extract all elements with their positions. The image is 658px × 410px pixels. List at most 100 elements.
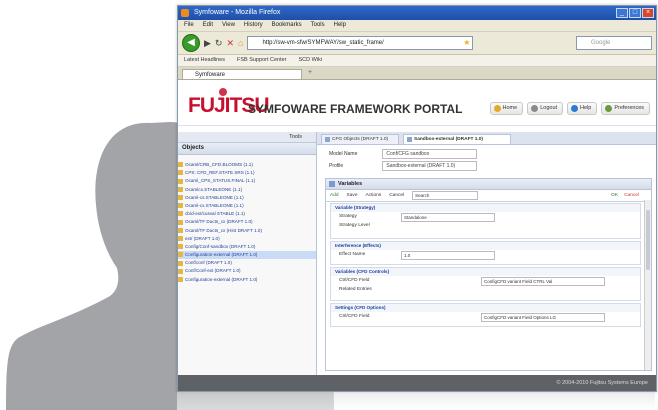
tree-item[interactable]: ext/ (DRAFT 1.0) bbox=[178, 235, 316, 243]
logout-label: Logout bbox=[540, 105, 558, 111]
scrollbar-thumb[interactable] bbox=[646, 210, 650, 270]
left-panel-header[interactable]: Tools bbox=[178, 132, 316, 143]
bookmark-item[interactable]: SCD Wiki bbox=[299, 55, 323, 66]
menu-tools[interactable]: Tools bbox=[311, 20, 325, 31]
tree-item[interactable]: Config/Conf-sandbox (DRAFT 1.0) bbox=[178, 243, 316, 251]
profile-label: Profile bbox=[329, 163, 344, 170]
tree-item-label: Conf/Conf-ext (DRAFT 1.0) bbox=[185, 268, 241, 274]
tree-item[interactable]: CPS: CFD_REF.STATE.SRS (1.1) bbox=[178, 169, 316, 177]
logout-icon bbox=[531, 105, 539, 112]
tree-item[interactable]: Ocaml-cx.STABLEONE (1.1) bbox=[178, 202, 316, 210]
home-button[interactable]: Home bbox=[489, 102, 524, 115]
home-icon[interactable]: ⌂ bbox=[238, 38, 243, 48]
effect-select[interactable]: 1.0 bbox=[401, 251, 495, 260]
tree-item[interactable]: Conf/conf (DRAFT 1.0) bbox=[178, 259, 316, 267]
cancel-button[interactable]: Cancel bbox=[624, 193, 639, 198]
tree-item-icon bbox=[178, 268, 183, 274]
bookmark-item[interactable]: FSB Support Center bbox=[237, 55, 287, 66]
portal-title: SYMFOWARE FRAMEWORK PORTAL bbox=[248, 102, 463, 116]
preferences-icon bbox=[605, 105, 613, 112]
save-button[interactable]: Save bbox=[347, 193, 358, 198]
strategy-row: Strategy Standalone bbox=[331, 212, 640, 222]
browser-tab[interactable]: Symfoware bbox=[182, 69, 302, 79]
profile-field[interactable]: Sandbox-external (DRAFT 1.0) bbox=[382, 161, 478, 171]
search-placeholder: Google bbox=[591, 40, 611, 46]
effect-name-row: Effect Name 1.0 bbox=[331, 250, 640, 260]
row-label: Ctrl/CFD Field bbox=[339, 278, 370, 283]
portal-body: Tools Objects Ocaml/CRB_CFD.BLOOMS (1.1)… bbox=[178, 132, 656, 391]
url-text: http://sw-vm-sfw/SYMFWAY/sw_static_frame… bbox=[262, 40, 384, 46]
menu-file[interactable]: File bbox=[184, 20, 194, 31]
tree-item-icon bbox=[178, 162, 183, 168]
forward-button[interactable]: ▶ bbox=[204, 38, 211, 49]
tree-item[interactable]: cb/d-ext/cusval STABLE (1.1) bbox=[178, 210, 316, 218]
maximize-button[interactable]: □ bbox=[629, 8, 641, 18]
tree-item-icon bbox=[178, 170, 183, 176]
tree-item-icon bbox=[178, 252, 183, 258]
tree-item-label: Ocaml/CRB_CFD.BLOOMS (1.1) bbox=[185, 162, 253, 167]
menu-help[interactable]: Help bbox=[334, 20, 346, 31]
menu-bookmarks[interactable]: Bookmarks bbox=[272, 20, 302, 31]
related-entries-row: Related Entries bbox=[331, 285, 640, 294]
search-input[interactable]: Google bbox=[576, 36, 652, 50]
help-label: Help bbox=[580, 105, 592, 111]
tree-item-label: CPS: CFD_REF.STATE.SRS (1.1) bbox=[185, 170, 255, 176]
tree-item[interactable]: Ocaml_CPS_STATUS.FINAL (1.1) bbox=[178, 177, 316, 185]
close-button[interactable]: × bbox=[642, 8, 654, 18]
model-name-field[interactable]: Conf/CFG sandbox bbox=[382, 149, 478, 159]
preferences-button[interactable]: Preferences bbox=[601, 102, 650, 115]
help-button[interactable]: Help bbox=[567, 102, 598, 115]
ok-button[interactable]: OK bbox=[611, 193, 618, 198]
actions-button[interactable]: Actions bbox=[365, 193, 381, 198]
tree-item[interactable]: Ocaml/CRB_CFD.BLOOMS (1.1) bbox=[178, 161, 316, 169]
stop-icon[interactable]: ✕ bbox=[226, 38, 234, 49]
menu-history[interactable]: History bbox=[244, 20, 263, 31]
tree-item-icon bbox=[178, 244, 183, 250]
tab-cfg-objects[interactable]: CFG Objects (DRAFT 1.0) bbox=[321, 134, 399, 144]
address-bar[interactable]: http://sw-vm-sfw/SYMFWAY/sw_static_frame… bbox=[247, 36, 474, 50]
bookmark-item[interactable]: Latest Headlines bbox=[184, 55, 225, 66]
row-label: Strategy bbox=[339, 214, 357, 219]
reload-icon[interactable]: ↻ bbox=[215, 38, 223, 49]
back-button[interactable]: ◀ bbox=[182, 34, 200, 52]
minimize-button[interactable]: _ bbox=[616, 8, 628, 18]
options-field-select[interactable]: ConfigCFD variant Field Options LG bbox=[481, 313, 605, 322]
main-tabs: CFG Objects (DRAFT 1.0) Sandbox-external… bbox=[317, 132, 656, 145]
menu-view[interactable]: View bbox=[222, 20, 235, 31]
model-name-row: Model Name Conf/CFG sandbox bbox=[329, 149, 478, 159]
new-tab-button[interactable]: + bbox=[308, 69, 312, 76]
section-title: Variable (Strategy) bbox=[331, 204, 640, 212]
cancel-toolbar-button[interactable]: Cancel bbox=[389, 193, 404, 198]
tree-item[interactable]: Ocaml-cs.STABLEONE (1.1) bbox=[178, 194, 316, 202]
tree-item-label: cb/d-ext/cusval STABLE (1.1) bbox=[185, 211, 245, 217]
tree-item[interactable]: Configuration-external (DRAFT 1.0) bbox=[178, 251, 316, 260]
tree-item-icon bbox=[178, 211, 183, 217]
portal-footer: © 2004-2010 Fujitsu Systems Europe bbox=[178, 375, 656, 391]
model-name-label: Model Name bbox=[329, 151, 358, 158]
tree-item[interactable]: Ocaml/TF Ducts_cx (Hint DRAFT 1.0) bbox=[178, 227, 316, 235]
panel-scrollbar[interactable] bbox=[644, 200, 651, 370]
bookmark-star-icon[interactable]: ★ bbox=[463, 37, 470, 49]
row-label: Effect Name bbox=[339, 252, 366, 257]
tree-item[interactable]: Conf/Conf-ext (DRAFT 1.0) bbox=[178, 267, 316, 275]
section-controls: Variables (CFD Controls) Ctrl/CFD Field C… bbox=[330, 267, 641, 301]
tree-item[interactable]: Configuration-external (DRAFT 1.0) bbox=[178, 276, 316, 284]
toolbar-search-input[interactable]: Search bbox=[412, 191, 479, 200]
section-effects: Interference (Effects) Effect Name 1.0 bbox=[330, 241, 641, 265]
browser-tab-strip: Symfoware + bbox=[178, 67, 656, 80]
window-controls: _ □ × bbox=[616, 8, 654, 18]
logout-button[interactable]: Logout bbox=[527, 102, 564, 115]
section-title: Settings (CFD Options) bbox=[331, 304, 640, 312]
tree-item-label: Ocaml-cx.STABLEONE (1.1) bbox=[185, 202, 244, 208]
main-panel: CFG Objects (DRAFT 1.0) Sandbox-external… bbox=[317, 132, 656, 375]
portal-header: FUJITSU SYMFOWARE FRAMEWORK PORTAL Home … bbox=[178, 80, 656, 126]
tab-sandbox-external[interactable]: Sandbox-external (DRAFT 1.0) bbox=[403, 134, 511, 144]
section-title: Variables (CFD Controls) bbox=[331, 268, 640, 276]
variables-panel: Variables Add Save Actions Cancel Search… bbox=[325, 178, 652, 371]
tree-item[interactable]: Ocamlcx.STABLEONE (1.1) bbox=[178, 186, 316, 194]
add-button[interactable]: Add bbox=[330, 193, 339, 198]
menu-edit[interactable]: Edit bbox=[203, 20, 213, 31]
tree-item[interactable]: Ocaml/TF Ducts_cx (DRAFT 1.0) bbox=[178, 218, 316, 226]
row-label: Ctrl/CFD Field bbox=[339, 314, 370, 319]
tree-item-icon bbox=[178, 227, 183, 233]
